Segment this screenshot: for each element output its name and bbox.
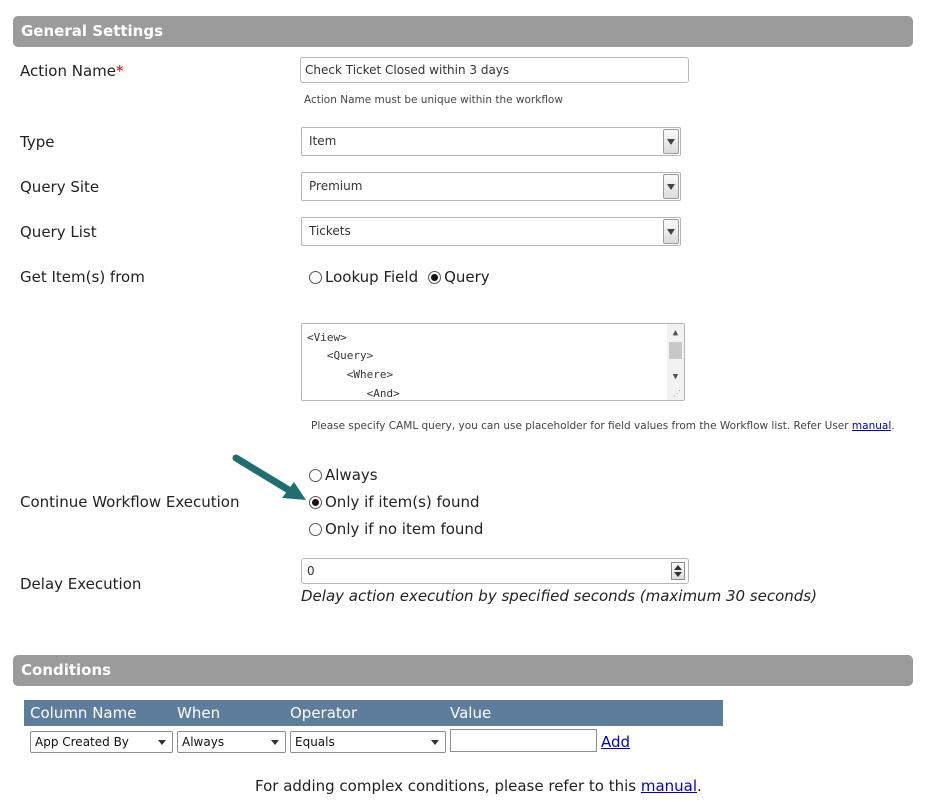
delay-note: Delay action execution by specified seco…	[301, 587, 817, 605]
scroll-down-icon[interactable]: ▼	[667, 370, 684, 384]
conditions-footer-note: For adding complex conditions, please re…	[255, 777, 702, 795]
conditions-manual-link[interactable]: manual	[641, 777, 697, 795]
get-items-radio-group: Lookup Field Query	[309, 268, 490, 286]
radio-no-item-row: Only if no item found	[309, 520, 483, 538]
pointer-arrow-icon	[232, 454, 306, 500]
spinner-buttons-icon[interactable]	[671, 562, 685, 580]
query-list-label: Query List	[20, 223, 97, 241]
caml-line: <And>	[307, 387, 400, 400]
scroll-thumb[interactable]	[669, 342, 682, 359]
conditions-header: Conditions	[13, 655, 913, 686]
caml-query-textarea[interactable]: <View> <Query> <Where> <And> ▲ ▼ ⋰	[301, 323, 685, 401]
type-select-value: Item	[309, 134, 337, 148]
col-header-operator: Operator	[290, 704, 358, 722]
col-header-when: When	[177, 704, 221, 722]
radio-no-item-label[interactable]: Only if no item found	[325, 520, 483, 538]
column-name-select[interactable]: App Created By	[30, 731, 173, 753]
delay-value: 0	[307, 564, 315, 578]
general-settings-header: General Settings	[13, 16, 913, 47]
query-list-select[interactable]: Tickets	[301, 217, 681, 246]
radio-always-label[interactable]: Always	[325, 466, 378, 484]
resize-grip-icon[interactable]: ⋰	[673, 389, 681, 398]
radio-items-found[interactable]	[309, 495, 322, 509]
caml-line: <Query>	[307, 349, 374, 362]
col-header-value: Value	[450, 704, 492, 722]
delay-execution-label: Delay Execution	[20, 575, 142, 593]
continue-execution-label: Continue Workflow Execution	[20, 493, 240, 511]
delay-input[interactable]: 0	[301, 558, 689, 584]
query-site-label: Query Site	[20, 178, 100, 196]
radio-lookup-field[interactable]	[309, 270, 322, 284]
type-label: Type	[20, 133, 55, 151]
action-name-label: Action Name*	[20, 62, 124, 80]
radio-query[interactable]	[428, 270, 442, 284]
query-site-select-value: Premium	[309, 179, 363, 193]
query-list-select-value: Tickets	[309, 224, 351, 238]
radio-items-found-row: Only if item(s) found	[309, 493, 480, 511]
required-mark: *	[116, 62, 124, 80]
query-site-select[interactable]: Premium	[301, 172, 681, 201]
scroll-up-icon[interactable]: ▲	[667, 326, 684, 340]
chevron-down-icon[interactable]	[663, 129, 679, 154]
caml-line: <View>	[307, 331, 347, 344]
when-select[interactable]: Always	[177, 731, 286, 753]
type-select[interactable]: Item	[301, 127, 681, 156]
chevron-down-icon[interactable]	[663, 219, 679, 244]
caml-manual-link[interactable]: manual	[852, 420, 891, 432]
radio-lookup-field-label[interactable]: Lookup Field	[325, 268, 418, 286]
radio-items-found-label[interactable]: Only if item(s) found	[325, 493, 480, 511]
conditions-table-header: Column Name When Operator Value	[24, 700, 723, 726]
radio-query-label[interactable]: Query	[444, 268, 490, 286]
chevron-down-icon[interactable]	[663, 174, 679, 199]
radio-always[interactable]	[309, 468, 322, 482]
radio-always-row: Always	[309, 466, 378, 484]
get-items-label: Get Item(s) from	[20, 268, 145, 286]
add-condition-link[interactable]: Add	[601, 733, 630, 751]
operator-select[interactable]: Equals	[290, 731, 446, 753]
action-name-hint: Action Name must be unique within the wo…	[304, 94, 563, 106]
caml-line: <Where>	[307, 368, 394, 381]
value-input[interactable]	[450, 729, 597, 752]
col-header-column-name: Column Name	[30, 704, 137, 722]
radio-no-item[interactable]	[309, 522, 322, 536]
action-name-input[interactable]: Check Ticket Closed within 3 days	[300, 57, 689, 83]
caml-hint: Please specify CAML query, you can use p…	[311, 420, 895, 432]
